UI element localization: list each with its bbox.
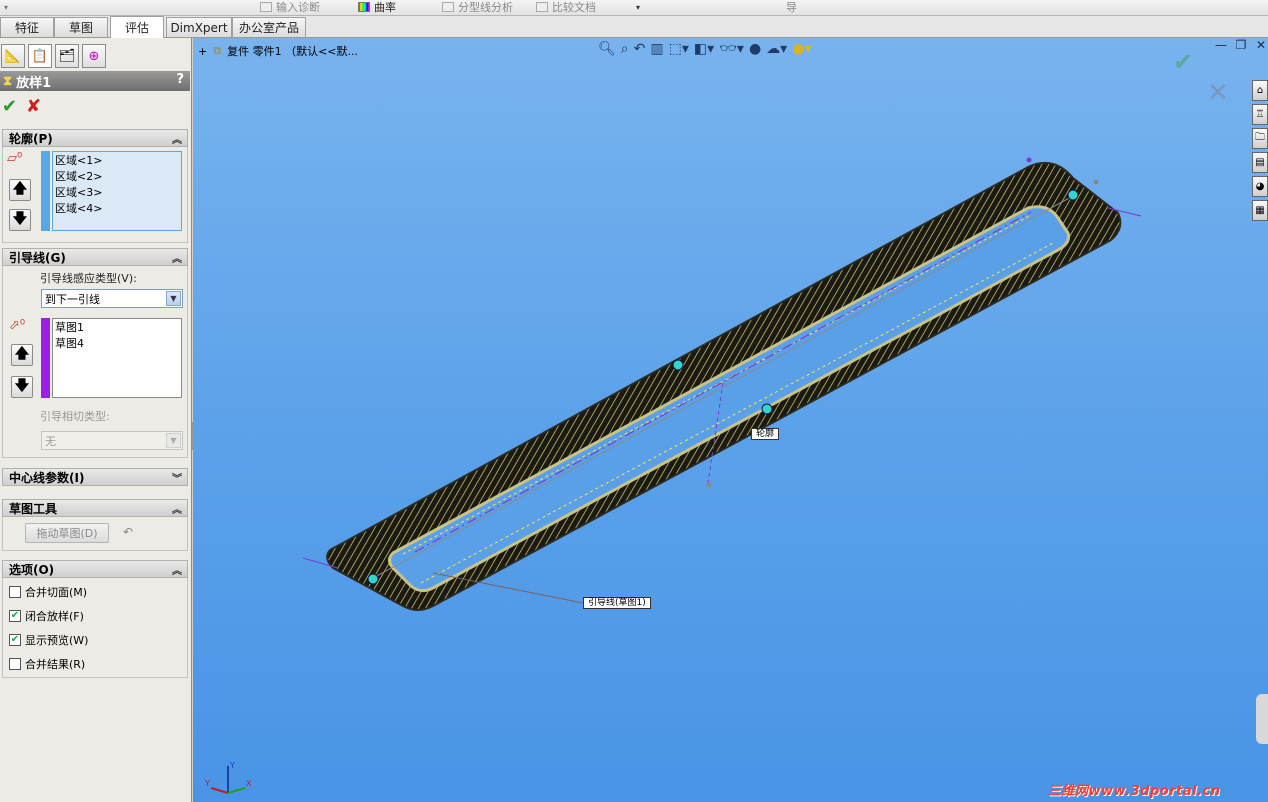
command-ribbon: ▾ 输入诊断 曲率 分型线分析 比较文档 ▾ 导: [0, 0, 1268, 16]
options-section-header[interactable]: 选项(O) ︽: [2, 560, 188, 578]
tangency-type-select[interactable]: 无 ▼: [41, 431, 183, 450]
feature-title-bar: ⧗ 放样1 ?: [0, 71, 190, 91]
guide-curves-section: 引导线感应类型(V): 到下一引线 ▼ ⬀⁰ 🡅 🡇 草图1 草图4 引导相切类…: [2, 266, 188, 458]
parting-line-icon: [442, 2, 454, 12]
command-manager-tabs: 特征 草图 评估 DimXpert 办公室产品: [0, 16, 1268, 38]
show-preview-checkbox[interactable]: ✔ 显示预览(W): [9, 632, 88, 648]
move-down-button[interactable]: 🡇: [9, 209, 31, 231]
collapse-chevron-icon: ︽: [172, 505, 182, 516]
list-item[interactable]: 区域<3>: [55, 185, 179, 201]
influence-type-label: 引导线感应类型(V):: [40, 272, 137, 285]
guide-color-bar: [41, 318, 50, 398]
expand-chevron-icon: ︾: [172, 474, 182, 485]
loft-icon: ⧗: [3, 73, 13, 89]
tab-office-products[interactable]: 办公室产品: [232, 17, 306, 37]
profile-color-bar: [41, 151, 50, 231]
svg-text:X: X: [246, 779, 252, 788]
feature-title: 放样1: [16, 75, 52, 91]
guide-curve-callout[interactable]: 引导线(草图1): [583, 597, 651, 609]
influence-type-select[interactable]: 到下一引线 ▼: [41, 289, 183, 308]
options-section: 合并切面(M) ✔ 闭合放样(F) ✔ 显示预览(W) 合并结果(R): [2, 578, 188, 678]
svg-text:Y: Y: [229, 761, 235, 770]
loft-preview: [302, 157, 1142, 611]
drag-sketch-button[interactable]: 拖动草图(D): [25, 523, 109, 543]
list-item[interactable]: 草图4: [55, 336, 179, 352]
sketch-tools-section: 拖动草图(D) ↶: [2, 517, 188, 551]
cancel-button[interactable]: ✘: [26, 96, 41, 117]
curvature-icon: [358, 2, 370, 12]
ribbon-item-curvature[interactable]: 曲率: [358, 0, 396, 14]
ribbon-more-arrow[interactable]: ▾: [636, 0, 640, 14]
profile-callout[interactable]: 轮廓: [751, 428, 780, 440]
tab-sketch[interactable]: 草图: [54, 17, 108, 37]
profile-section-header[interactable]: 轮廓(P) ︽: [2, 129, 188, 147]
dimxpert-manager-icon[interactable]: ⊕: [82, 44, 106, 68]
chevron-down-icon: ▼: [166, 291, 181, 306]
compare-icon: [536, 2, 548, 12]
list-item[interactable]: 区域<4>: [55, 201, 179, 217]
merge-tangent-faces-checkbox[interactable]: 合并切面(M): [9, 584, 87, 600]
profile-list[interactable]: 区域<1> 区域<2> 区域<3> 区域<4>: [52, 151, 182, 231]
ribbon-dropdown-arrow[interactable]: ▾: [4, 0, 8, 14]
property-manager-icon[interactable]: 📋: [28, 44, 52, 68]
ribbon-item-truncated[interactable]: 导: [786, 0, 797, 14]
close-loft-checkbox[interactable]: ✔ 闭合放样(F): [9, 608, 84, 624]
move-up-button[interactable]: 🡅: [9, 179, 31, 201]
list-item[interactable]: 区域<1>: [55, 153, 179, 169]
guide-curves-section-header[interactable]: 引导线(G) ︽: [2, 248, 188, 266]
manager-tabs: 📐 📋 🗂 ⊕: [0, 44, 192, 68]
collapse-chevron-icon: ︽: [172, 566, 182, 577]
tangency-type-label: 引导相切类型:: [40, 410, 110, 423]
sketch-tools-section-header[interactable]: 草图工具 ︽: [2, 499, 188, 517]
list-item[interactable]: 草图1: [55, 320, 179, 336]
undo-icon[interactable]: ↶: [123, 525, 133, 539]
move-up-button[interactable]: 🡅: [11, 344, 33, 366]
svg-text:Y: Y: [204, 779, 210, 788]
property-manager: 📐 📋 🗂 ⊕ ⧗ 放样1 ? ✔ ✘ 轮廓(P) ︽ ▱⁰ 🡅 🡇 区域<1>…: [0, 38, 192, 802]
list-item[interactable]: 区域<2>: [55, 169, 179, 185]
profile-section: ▱⁰ 🡅 🡇 区域<1> 区域<2> 区域<3> 区域<4>: [2, 147, 188, 243]
ok-button[interactable]: ✔: [2, 96, 17, 117]
ribbon-item-diagnostics[interactable]: 输入诊断: [260, 0, 320, 14]
feature-manager-icon[interactable]: 📐: [1, 44, 25, 68]
collapse-chevron-icon: ︽: [172, 135, 182, 146]
ribbon-item-compare[interactable]: 比较文档: [536, 0, 596, 14]
help-button[interactable]: ?: [176, 72, 184, 87]
graphics-area[interactable]: + ⧉ 复件 零件1 （默认<<默... 🔍︎ ⌕ ↶ ▥ ⬚▾ ◧▾ 👓︎▾ …: [193, 38, 1268, 802]
profile-icon: ▱⁰: [7, 151, 23, 166]
move-down-button[interactable]: 🡇: [11, 376, 33, 398]
guide-curves-list[interactable]: 草图1 草图4: [52, 318, 182, 398]
collapse-chevron-icon: ︽: [172, 254, 182, 265]
centerline-section-header[interactable]: 中心线参数(I) ︾: [2, 468, 188, 486]
tab-dimxpert[interactable]: DimXpert: [166, 17, 232, 37]
chevron-down-icon: ▼: [166, 433, 181, 448]
reference-triad: Y Y X: [204, 761, 252, 794]
side-scroll-widget[interactable]: [1256, 694, 1268, 744]
guide-curve-icon: ⬀⁰: [9, 318, 26, 333]
diagnostics-icon: [260, 2, 272, 12]
tab-features[interactable]: 特征: [0, 17, 54, 37]
merge-result-checkbox[interactable]: 合并结果(R): [9, 656, 85, 672]
watermark: 三维网www.3dportal.cn: [1048, 784, 1221, 799]
ribbon-item-parting-line[interactable]: 分型线分析: [442, 0, 513, 14]
tab-evaluate[interactable]: 评估: [110, 16, 164, 38]
configuration-manager-icon[interactable]: 🗂: [55, 44, 79, 68]
